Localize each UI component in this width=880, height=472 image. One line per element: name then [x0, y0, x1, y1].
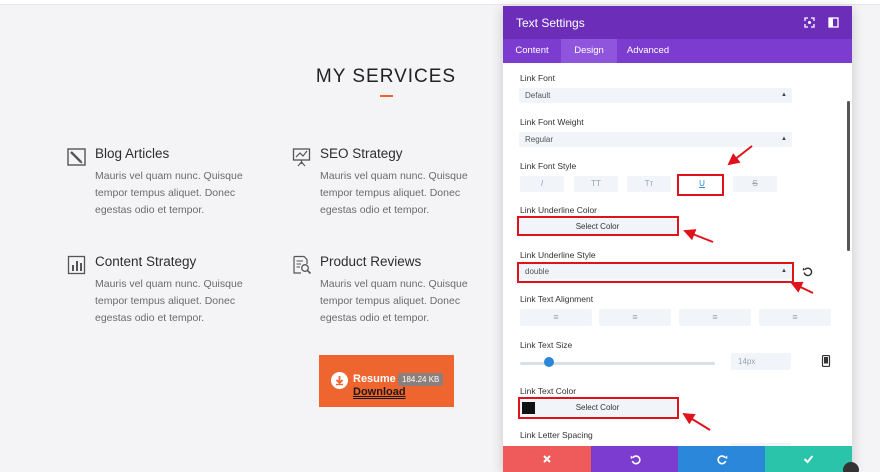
checkmark-icon	[803, 455, 814, 464]
color-swatch	[522, 402, 535, 414]
fullscreen-icon[interactable]	[804, 17, 815, 28]
sidebar-toggle-icon[interactable]	[828, 17, 839, 28]
text-color-button-label: Select Color	[575, 403, 620, 412]
service-title: SEO Strategy	[320, 146, 403, 161]
undo-icon	[630, 455, 641, 465]
document-search-icon	[293, 255, 312, 275]
select-arrows-icon: ▲	[781, 136, 787, 142]
link-font-weight-label: Link Font Weight	[520, 117, 584, 127]
modal-title: Text Settings	[516, 16, 585, 30]
tab-advanced[interactable]: Advanced	[617, 39, 679, 63]
align-right-icon: ≡	[712, 312, 718, 322]
modal-footer	[503, 446, 852, 472]
resume-label: Resume	[353, 373, 396, 385]
undo-button[interactable]	[591, 446, 679, 472]
bar-chart-icon	[67, 255, 86, 275]
service-description: Mauris vel quam nunc. Quisque tempor tem…	[95, 170, 243, 216]
link-text-alignment-label: Link Text Alignment	[520, 294, 594, 304]
select-arrows-icon: ▲	[781, 268, 787, 274]
redo-button[interactable]	[678, 446, 766, 472]
file-size-badge: 184.24 KB	[398, 373, 444, 386]
align-center-icon: ≡	[632, 312, 638, 322]
link-underline-color-label: Link Underline Color	[520, 205, 598, 215]
text-settings-modal: Text Settings Content Design Advanced Li…	[503, 6, 852, 472]
tab-design[interactable]: Design	[561, 39, 617, 63]
text-size-slider-thumb[interactable]	[544, 357, 555, 367]
align-center-button[interactable]: ≡	[599, 309, 671, 326]
presentation-chart-icon	[292, 148, 311, 167]
download-icon	[331, 372, 348, 389]
align-left-icon: ≡	[553, 312, 559, 322]
service-title: Product Reviews	[320, 254, 422, 269]
service-description: Mauris vel quam nunc. Quisque tempor tem…	[320, 170, 468, 216]
cancel-button[interactable]	[503, 446, 591, 472]
modal-header: Text Settings	[503, 6, 852, 39]
service-description: Mauris vel quam nunc. Quisque tempor tem…	[95, 278, 243, 324]
link-font-select[interactable]: Default ▲	[519, 88, 792, 103]
section-title: MY SERVICES	[315, 66, 457, 87]
select-arrows-icon: ▲	[781, 92, 787, 98]
resize-handle-icon[interactable]	[843, 462, 859, 472]
underline-style-button[interactable]: U	[680, 176, 724, 192]
strikethrough-style-button[interactable]: S	[733, 176, 777, 192]
reset-icon[interactable]	[802, 266, 813, 277]
underline-color-select-button[interactable]: Select Color	[519, 219, 676, 235]
link-underline-style-label: Link Underline Style	[520, 250, 596, 260]
title-accent-line	[380, 95, 393, 97]
link-font-label: Link Font	[520, 73, 555, 83]
link-font-weight-value: Regular	[525, 135, 554, 144]
tab-content[interactable]: Content	[503, 39, 561, 63]
panel-scrollbar[interactable]	[847, 101, 850, 251]
redo-icon	[716, 455, 727, 465]
align-left-button[interactable]: ≡	[520, 309, 592, 326]
pencil-edit-icon	[67, 148, 86, 166]
align-justify-icon: ≡	[792, 312, 798, 322]
link-font-style-label: Link Font Style	[520, 161, 577, 171]
link-text-color-label: Link Text Color	[520, 386, 577, 396]
italic-style-button[interactable]: I	[520, 176, 564, 192]
mobile-responsive-icon[interactable]	[821, 355, 831, 367]
link-font-weight-select[interactable]: Regular ▲	[519, 132, 792, 147]
resume-download-button[interactable]: Resume 184.24 KB Download	[319, 355, 454, 407]
modal-tabs: Content Design Advanced	[503, 39, 852, 63]
capitalize-style-button[interactable]: Tт	[627, 176, 671, 192]
site-header-strip	[0, 0, 880, 5]
link-underline-style-select[interactable]: double ▲	[519, 264, 792, 279]
service-title: Content Strategy	[95, 254, 197, 269]
link-font-value: Default	[525, 91, 551, 100]
design-settings-panel[interactable]: Link Font Default ▲ Link Font Weight Reg…	[503, 63, 852, 446]
link-letter-spacing-label: Link Letter Spacing	[520, 430, 593, 440]
service-description: Mauris vel quam nunc. Quisque tempor tem…	[320, 278, 468, 324]
text-color-select-button[interactable]: Select Color	[519, 400, 676, 416]
text-size-input[interactable]: 14px	[731, 353, 791, 370]
align-right-button[interactable]: ≡	[679, 309, 751, 326]
align-justify-button[interactable]: ≡	[759, 309, 831, 326]
service-title: Blog Articles	[95, 146, 170, 161]
download-link[interactable]: Download	[353, 386, 406, 398]
close-icon	[543, 455, 551, 463]
uppercase-style-button[interactable]: TT	[574, 176, 618, 192]
link-underline-style-value: double	[525, 267, 550, 276]
save-button[interactable]	[765, 446, 852, 472]
link-text-size-label: Link Text Size	[520, 340, 573, 350]
